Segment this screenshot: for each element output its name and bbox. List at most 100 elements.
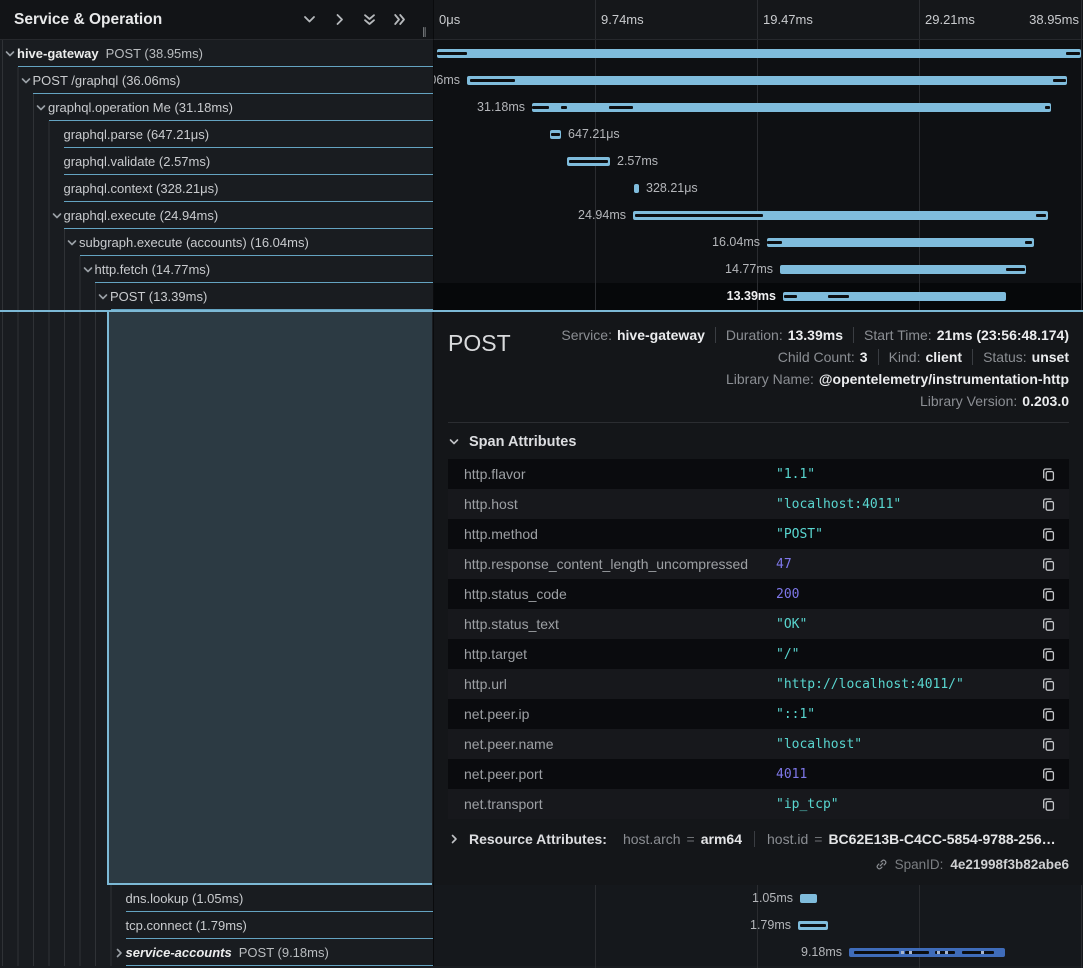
trace-span-row[interactable]: subgraph.execute (accounts) (16.04ms)16.…	[0, 229, 1083, 256]
tree-cell[interactable]: tcp.connect (1.79ms)	[0, 912, 434, 939]
chevron-down-icon[interactable]	[66, 237, 79, 249]
attribute-value: "ip_tcp"	[776, 797, 1027, 812]
waterfall-lane[interactable]: 24.94ms	[434, 202, 1083, 229]
duration-label: 2.57ms	[617, 148, 658, 175]
waterfall-lane[interactable]: 1.05ms	[434, 885, 1083, 912]
collapse-all-icon[interactable]	[362, 12, 377, 27]
panel-resize-handle[interactable]: ∥	[422, 27, 428, 38]
span-duration-bar[interactable]	[783, 292, 1006, 301]
tree-cell[interactable]: POST (13.39ms)	[0, 283, 434, 310]
equals-sign: =	[687, 831, 695, 847]
trace-span-row[interactable]: http.fetch (14.77ms)14.77ms	[0, 256, 1083, 283]
span-duration-bar[interactable]	[532, 103, 1051, 112]
span-duration-bar[interactable]	[800, 894, 817, 903]
waterfall-lane[interactable]: 328.21μs	[434, 175, 1083, 202]
trace-span-row[interactable]: service-accountsPOST (9.18ms)9.18ms	[0, 939, 1083, 966]
tree-cell[interactable]: graphql.validate (2.57ms)	[0, 148, 434, 175]
tree-cell[interactable]: graphql.execute (24.94ms)	[0, 202, 434, 229]
span-attributes-title: Span Attributes	[469, 434, 576, 450]
copy-icon[interactable]	[1027, 647, 1069, 662]
tree-cell[interactable]: POST /graphql (36.06ms)	[0, 67, 434, 94]
attribute-row: net.transport"ip_tcp"	[448, 789, 1069, 819]
trace-span-row[interactable]: graphql.parse (647.21μs)647.21μs	[0, 121, 1083, 148]
waterfall-lane[interactable]	[434, 40, 1083, 67]
waterfall-lane[interactable]: 16.04ms	[434, 229, 1083, 256]
span-name-label: tcp.connect (1.79ms)	[126, 918, 247, 933]
trace-span-row[interactable]: graphql.validate (2.57ms) 2.57ms	[0, 148, 1083, 175]
service-operation-title: Service & Operation	[14, 11, 302, 29]
trace-span-row[interactable]: hive-gatewayPOST (38.95ms)	[0, 40, 1083, 67]
overview-label: Duration:	[726, 327, 783, 343]
waterfall-lane[interactable]: 36.06ms	[434, 67, 1083, 94]
tree-cell[interactable]: dns.lookup (1.05ms)	[0, 885, 434, 912]
span-duration-bar[interactable]	[634, 184, 639, 193]
copy-icon[interactable]	[1027, 467, 1069, 482]
trace-span-row[interactable]: graphql.operation Me (31.18ms)31.18ms	[0, 94, 1083, 121]
waterfall-lane[interactable]: 31.18ms	[434, 94, 1083, 121]
attribute-value: "::1"	[776, 707, 1027, 722]
waterfall-lane[interactable]: 647.21μs	[434, 121, 1083, 148]
attribute-key: net.peer.name	[448, 736, 776, 752]
waterfall-lane[interactable]: 2.57ms	[434, 148, 1083, 175]
chevron-down-icon[interactable]	[4, 48, 17, 60]
trace-span-row[interactable]: graphql.execute (24.94ms)24.94ms	[0, 202, 1083, 229]
span-duration-bar[interactable]	[567, 157, 610, 166]
span-duration-bar[interactable]	[798, 921, 828, 930]
overview-line: Child Count:3Kind:clientStatus:unset	[551, 346, 1069, 368]
span-duration-bar[interactable]	[550, 130, 561, 139]
attribute-row: http.status_code200	[448, 579, 1069, 609]
chevron-down-icon[interactable]	[97, 291, 110, 303]
chevron-right-icon[interactable]	[113, 947, 126, 959]
overview-label: Service:	[561, 327, 612, 343]
chevron-down-icon[interactable]	[82, 264, 95, 276]
selected-span-overlay	[107, 312, 432, 885]
timeline-tick: 0μs	[439, 0, 460, 39]
timeline-gridline	[1081, 0, 1082, 39]
waterfall-lane[interactable]: 14.77ms	[434, 256, 1083, 283]
span-duration-bar[interactable]	[467, 76, 1067, 85]
span-duration-bar[interactable]	[633, 211, 1048, 220]
tree-cell[interactable]: graphql.context (328.21μs)	[0, 175, 434, 202]
trace-span-row[interactable]: dns.lookup (1.05ms)1.05ms	[0, 885, 1083, 912]
chevron-down-icon[interactable]	[51, 210, 64, 222]
copy-icon[interactable]	[1027, 707, 1069, 722]
span-duration-bar[interactable]	[767, 238, 1034, 247]
span-attributes-header[interactable]: Span Attributes	[448, 423, 1069, 459]
indent-guides	[2, 202, 50, 229]
copy-icon[interactable]	[1027, 767, 1069, 782]
copy-icon[interactable]	[1027, 677, 1069, 692]
trace-span-row[interactable]: POST (13.39ms)13.39ms	[0, 283, 1083, 310]
tree-cell[interactable]: subgraph.execute (accounts) (16.04ms)	[0, 229, 434, 256]
trace-span-row[interactable]: graphql.context (328.21μs)328.21μs	[0, 175, 1083, 202]
span-duration-bar[interactable]	[780, 265, 1026, 274]
copy-icon[interactable]	[1027, 737, 1069, 752]
span-duration-bar[interactable]	[437, 49, 1081, 58]
tree-cell[interactable]: http.fetch (14.77ms)	[0, 256, 434, 283]
trace-span-row[interactable]: tcp.connect (1.79ms) 1.79ms	[0, 912, 1083, 939]
waterfall-lane[interactable]: 13.39ms	[434, 283, 1083, 310]
tree-cell[interactable]: service-accountsPOST (9.18ms)	[0, 939, 434, 966]
copy-icon[interactable]	[1027, 497, 1069, 512]
child-span-mark	[561, 106, 567, 109]
waterfall-lane[interactable]: 9.18ms	[434, 939, 1083, 966]
tree-cell[interactable]: hive-gatewayPOST (38.95ms)	[0, 40, 434, 67]
copy-icon[interactable]	[1027, 797, 1069, 812]
copy-icon[interactable]	[1027, 587, 1069, 602]
tree-cell[interactable]: graphql.parse (647.21μs)	[0, 121, 434, 148]
resource-attributes-row[interactable]: Resource Attributes: host.arch=arm64host…	[448, 831, 1069, 847]
tree-cell[interactable]: graphql.operation Me (31.18ms)	[0, 94, 434, 121]
expand-one-icon[interactable]	[332, 12, 347, 27]
waterfall-lane[interactable]: 1.79ms	[434, 912, 1083, 939]
expand-all-icon[interactable]	[392, 12, 407, 27]
chevron-down-icon[interactable]	[35, 102, 48, 114]
chevron-down-icon[interactable]	[20, 75, 33, 87]
link-icon[interactable]	[875, 858, 888, 871]
child-span-mark	[767, 241, 782, 244]
copy-icon[interactable]	[1027, 557, 1069, 572]
collapse-one-icon[interactable]	[302, 12, 317, 27]
trace-span-row[interactable]: POST /graphql (36.06ms)36.06ms	[0, 67, 1083, 94]
span-duration-bar[interactable]	[849, 948, 1005, 957]
indent-guides	[2, 148, 50, 175]
copy-icon[interactable]	[1027, 527, 1069, 542]
copy-icon[interactable]	[1027, 617, 1069, 632]
